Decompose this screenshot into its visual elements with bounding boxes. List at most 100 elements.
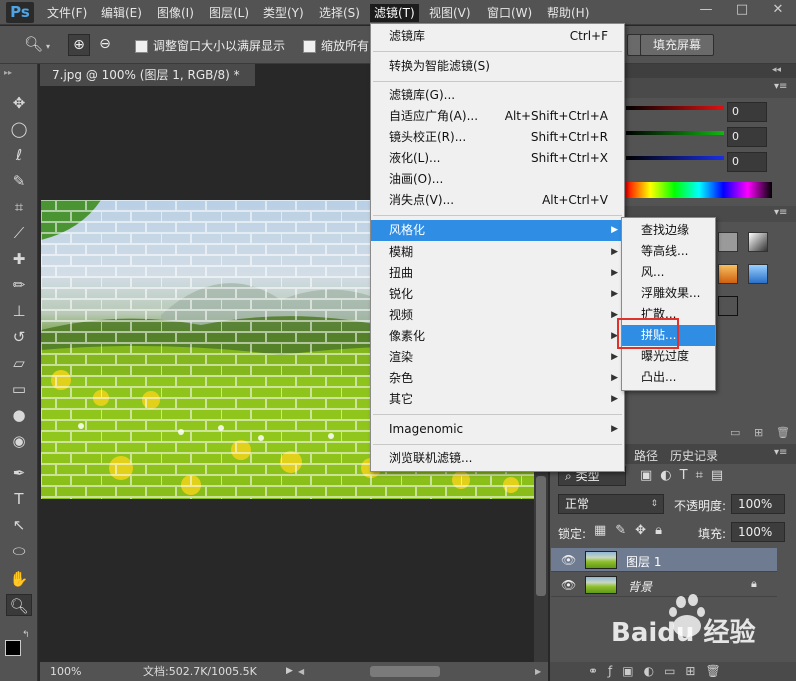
scroll-right-icon[interactable]: ▶ — [535, 662, 541, 681]
style-swatch[interactable] — [748, 264, 768, 284]
submenu-item-extrude[interactable]: 凸出... — [622, 367, 715, 388]
style-swatch[interactable] — [718, 296, 738, 316]
document-tab[interactable]: 7.jpg @ 100% (图层 1, RGB/8) * — [40, 64, 255, 86]
dodge-tool-icon[interactable]: ◉ — [6, 430, 32, 452]
gradient-tool-icon[interactable]: ▭ — [6, 378, 32, 400]
pen-tool-icon[interactable]: ✒ — [6, 462, 32, 484]
submenu-item-emboss[interactable]: 浮雕效果... — [622, 283, 715, 304]
horizontal-scroll-thumb[interactable] — [370, 666, 440, 677]
minimize-button[interactable]: — — [690, 0, 722, 22]
healing-brush-tool-icon[interactable]: ✚ — [6, 248, 32, 270]
zoom-tool-icon[interactable]: 🔍︎ — [24, 35, 43, 53]
menu-item-filter-gallery-last[interactable]: 滤镜库 Ctrl+F — [371, 26, 624, 47]
collapse-panels-icon[interactable]: ◂◂ — [772, 65, 781, 75]
quick-select-tool-icon[interactable]: ✎ — [6, 170, 32, 192]
menu-window[interactable]: 窗口(W) — [487, 4, 532, 22]
layer-footer-icons[interactable]: ⚭ƒ▣◐▭⊞🗑︎ — [588, 664, 731, 678]
menu-filter[interactable]: 滤镜(T) — [370, 4, 419, 22]
menu-select[interactable]: 选择(S) — [319, 4, 360, 22]
eyedropper-tool-icon[interactable]: ⟋ — [6, 222, 32, 244]
chevron-down-icon[interactable]: ▾ — [46, 42, 50, 51]
new-style-icon[interactable]: ⊞ — [754, 426, 763, 439]
menu-item-convert-smart-filter[interactable]: 转换为智能滤镜(S) — [371, 56, 624, 77]
menu-layer[interactable]: 图层(L) — [209, 4, 249, 22]
layer-filter-icons[interactable]: ▣◐T⌗▤ — [640, 468, 731, 483]
style-swatch[interactable] — [718, 232, 738, 252]
menu-item-pixelate[interactable]: 像素化 ▶ — [371, 326, 624, 347]
fill-field[interactable]: 100% — [731, 522, 785, 542]
red-slider[interactable] — [626, 106, 724, 110]
red-value[interactable]: 0 — [727, 102, 767, 122]
menu-item-adaptive-wide-angle[interactable]: 自适应广角(A)... Alt+Shift+Ctrl+A — [371, 106, 624, 127]
layer-name[interactable]: 图层 1 — [626, 553, 661, 570]
submenu-item-find-edges[interactable]: 查找边缘 — [622, 220, 715, 241]
path-select-tool-icon[interactable]: ↖ — [6, 514, 32, 536]
maximize-button[interactable]: □ — [726, 0, 758, 22]
status-arrow-icon[interactable]: ▶ — [286, 662, 293, 681]
vertical-scroll-thumb[interactable] — [536, 476, 546, 596]
menu-item-browse-online-filters[interactable]: 浏览联机滤镜... — [371, 448, 624, 469]
submenu-item-trace-contour[interactable]: 等高线... — [622, 241, 715, 262]
panel-menu-icon[interactable]: ▾≡ — [774, 207, 787, 218]
menu-edit[interactable]: 编辑(E) — [101, 4, 142, 22]
tab-paths[interactable]: 路径 — [634, 447, 658, 464]
zoom-all-checkbox[interactable] — [303, 40, 316, 53]
panel-menu-icon[interactable]: ▾≡ — [774, 447, 787, 458]
submenu-item-solarize[interactable]: 曝光过度 — [622, 346, 715, 367]
crop-tool-icon[interactable]: ⌗ — [6, 196, 32, 218]
menu-file[interactable]: 文件(F) — [47, 4, 87, 22]
green-slider[interactable] — [626, 131, 724, 135]
menu-item-imagenomic[interactable]: Imagenomic ▶ — [371, 419, 624, 440]
zoom-in-icon[interactable]: ⊕ — [68, 34, 90, 56]
zoom-tool-icon[interactable]: 🔍︎ — [6, 594, 32, 616]
menu-item-stylize[interactable]: 风格化 ▶ — [371, 220, 624, 241]
eye-icon[interactable]: 👁︎ — [561, 553, 576, 567]
menu-item-sharpen[interactable]: 锐化 ▶ — [371, 284, 624, 305]
menu-help[interactable]: 帮助(H) — [547, 4, 589, 22]
lock-icons[interactable]: ▦✎✥🔒︎ — [594, 523, 671, 538]
menu-item-render[interactable]: 渲染 ▶ — [371, 347, 624, 368]
scroll-left-icon[interactable]: ◀ — [298, 668, 306, 676]
blue-slider[interactable] — [626, 156, 724, 160]
history-brush-tool-icon[interactable]: ↺ — [6, 326, 32, 348]
menu-item-liquify[interactable]: 液化(L)... Shift+Ctrl+X — [371, 148, 624, 169]
zoom-out-icon[interactable]: ⊖ — [94, 34, 116, 56]
menu-item-vanishing-point[interactable]: 消失点(V)... Alt+Ctrl+V — [371, 190, 624, 211]
tab-history[interactable]: 历史记录 — [670, 447, 718, 464]
blue-value[interactable]: 0 — [727, 152, 767, 172]
type-tool-icon[interactable]: T — [6, 488, 32, 510]
submenu-item-wind[interactable]: 风... — [622, 262, 715, 283]
color-spectrum-bar[interactable] — [626, 182, 772, 198]
ellipse-tool-icon[interactable]: ⬭ — [6, 540, 32, 562]
menu-item-noise[interactable]: 杂色 ▶ — [371, 368, 624, 389]
opacity-field[interactable]: 100% — [731, 494, 785, 514]
resize-window-checkbox[interactable] — [135, 40, 148, 53]
clone-stamp-tool-icon[interactable]: ⊥ — [6, 300, 32, 322]
menu-item-video[interactable]: 视频 ▶ — [371, 305, 624, 326]
eye-icon[interactable]: 👁︎ — [561, 578, 576, 592]
green-value[interactable]: 0 — [727, 127, 767, 147]
style-swatch[interactable] — [748, 232, 768, 252]
folder-icon[interactable]: ▭ — [730, 426, 740, 439]
move-tool-icon[interactable]: ✥ — [6, 92, 32, 114]
marquee-tool-icon[interactable]: ◯ — [6, 118, 32, 140]
menu-item-distort[interactable]: 扭曲 ▶ — [371, 263, 624, 284]
close-button[interactable]: ✕ — [762, 0, 794, 22]
menu-item-lens-correction[interactable]: 镜头校正(R)... Shift+Ctrl+R — [371, 127, 624, 148]
eraser-tool-icon[interactable]: ▱ — [6, 352, 32, 374]
fill-screen-button[interactable]: 填充屏幕 — [640, 34, 714, 56]
menu-image[interactable]: 图像(I) — [157, 4, 194, 22]
menu-item-other[interactable]: 其它 ▶ — [371, 389, 624, 410]
collapse-icon[interactable]: ▸▸ — [4, 68, 12, 77]
lasso-tool-icon[interactable]: ℓ — [6, 144, 32, 166]
brush-tool-icon[interactable]: ✏ — [6, 274, 32, 296]
delete-icon[interactable]: 🗑︎ — [776, 426, 790, 439]
menu-view[interactable]: 视图(V) — [429, 4, 471, 22]
swap-colors-icon[interactable]: ↰ — [22, 630, 30, 640]
menu-item-filter-gallery[interactable]: 滤镜库(G)... — [371, 85, 624, 106]
menu-type[interactable]: 类型(Y) — [263, 4, 304, 22]
menu-item-blur[interactable]: 模糊 ▶ — [371, 242, 624, 263]
style-swatch[interactable] — [718, 264, 738, 284]
menu-item-oil-paint[interactable]: 油画(O)... — [371, 169, 624, 190]
blend-mode-dropdown[interactable]: 正常 ⇕ — [558, 494, 664, 514]
